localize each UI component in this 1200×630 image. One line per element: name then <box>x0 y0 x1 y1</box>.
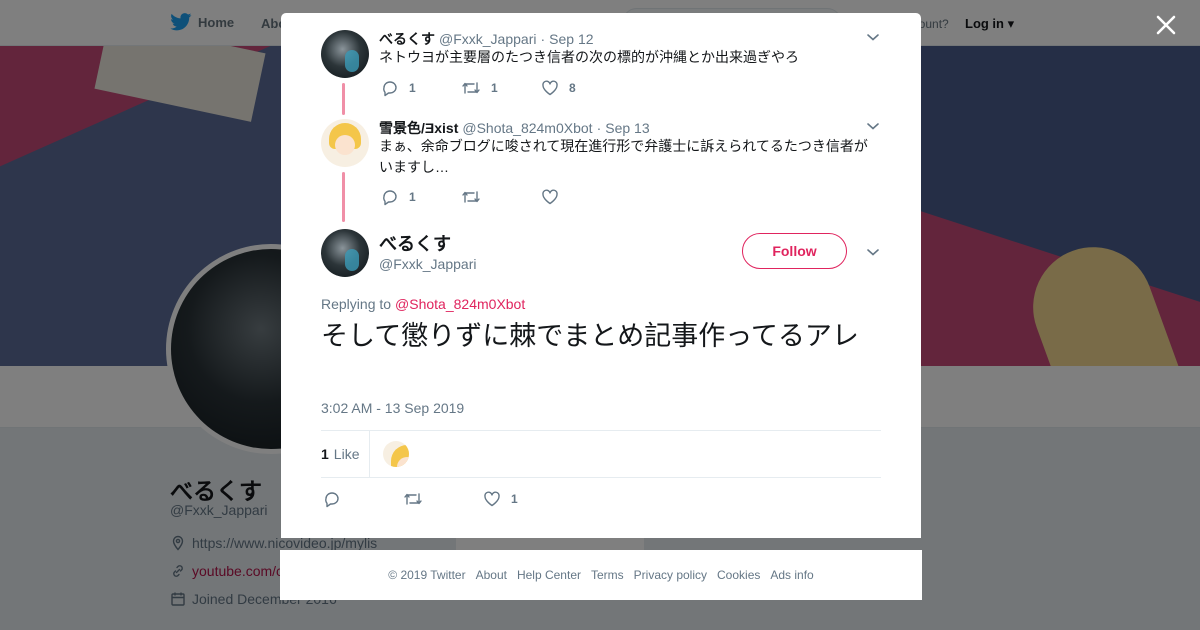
tweet-actions: 1 <box>381 188 621 206</box>
tweet-text: まぁ、余命ブログに唆されて現在進行形で弁護士に訴えられてるたつき信者がいますし… <box>379 138 868 175</box>
tweet-actions: 1 1 8 <box>381 79 621 97</box>
like-button[interactable]: 8 <box>541 79 621 97</box>
like-button[interactable]: 1 <box>483 490 563 508</box>
close-button[interactable] <box>1152 11 1180 39</box>
replying-prefix: Replying to <box>321 296 392 312</box>
tweet-date[interactable]: Sep 13 <box>605 120 649 136</box>
tweet-menu-button[interactable] <box>865 29 881 45</box>
footer-link-cookies[interactable]: Cookies <box>717 568 760 582</box>
tweet-date[interactable]: Sep 12 <box>549 31 593 47</box>
like-count: 1 <box>511 492 518 506</box>
tweet-text: ネトウヨが主要層のたつき信者の次の標的が沖縄とか出来過ぎやろ <box>379 49 799 65</box>
main-tweet-actions: 1 <box>323 490 563 508</box>
retweet-button[interactable]: 1 <box>461 79 541 97</box>
avatar[interactable] <box>321 30 369 78</box>
chevron-down-icon <box>867 249 879 256</box>
likes-stat[interactable]: 1 Like <box>321 446 359 462</box>
heart-icon <box>542 189 558 205</box>
footer-copyright: © 2019 Twitter <box>388 568 466 582</box>
reply-count: 1 <box>409 190 416 204</box>
liker-avatar[interactable] <box>383 441 409 467</box>
retweet-icon <box>404 493 422 505</box>
modal-footer: © 2019 Twitter About Help Center Terms P… <box>280 550 922 600</box>
close-icon <box>1156 15 1176 35</box>
reply-count: 1 <box>409 81 416 95</box>
avatar[interactable] <box>321 119 369 167</box>
tweet-header: 雪景色/Ǝxist @Shota_824m0Xbot · Sep 13 <box>379 118 650 138</box>
tweet-menu-button[interactable] <box>865 118 881 134</box>
main-tweet-author-name[interactable]: べるくす <box>379 230 451 256</box>
tweet-menu-button[interactable] <box>865 244 881 260</box>
retweet-icon <box>462 191 480 203</box>
main-tweet-author-handle[interactable]: @Fxxk_Jappari <box>379 256 476 272</box>
reply-icon <box>325 492 339 508</box>
thread-connector <box>342 83 345 115</box>
like-button[interactable] <box>541 188 621 206</box>
footer-link-privacy[interactable]: Privacy policy <box>634 568 707 582</box>
tweet-header: べるくす @Fxxk_Jappari · Sep 12 <box>379 29 594 49</box>
follow-button[interactable]: Follow <box>742 233 847 269</box>
footer-link-ads-info[interactable]: Ads info <box>770 568 813 582</box>
reply-button[interactable]: 1 <box>381 188 461 206</box>
footer-link-terms[interactable]: Terms <box>591 568 624 582</box>
tweet-author-handle[interactable]: @Shota_824m0Xbot <box>462 120 592 136</box>
tweet-stats: 1 Like <box>321 430 881 478</box>
chevron-down-icon <box>867 123 879 130</box>
like-count: 8 <box>569 81 576 95</box>
tweet-permalink-modal: べるくす @Fxxk_Jappari · Sep 12 ネトウヨが主要層のたつき… <box>281 13 921 538</box>
likes-stat-count: 1 <box>321 446 329 462</box>
retweet-icon <box>462 82 480 94</box>
avatar[interactable] <box>321 229 369 277</box>
replying-to: Replying to @Shota_824m0Xbot <box>321 296 525 312</box>
chevron-down-icon <box>867 34 879 41</box>
footer-link-about[interactable]: About <box>476 568 507 582</box>
retweet-button[interactable] <box>403 490 483 508</box>
tweet-author-name[interactable]: 雪景色/Ǝxist <box>379 118 458 138</box>
retweet-button[interactable] <box>461 188 541 206</box>
reply-button[interactable] <box>323 490 403 508</box>
reply-icon <box>383 81 397 97</box>
reply-icon <box>383 190 397 206</box>
tweet-author-handle[interactable]: @Fxxk_Jappari <box>439 31 536 47</box>
thread-connector <box>342 172 345 222</box>
reply-button[interactable]: 1 <box>381 79 461 97</box>
heart-icon <box>542 80 558 96</box>
heart-icon <box>484 491 500 507</box>
tweet-author-name[interactable]: べるくす <box>379 29 435 49</box>
replying-to-link[interactable]: @Shota_824m0Xbot <box>395 296 525 312</box>
retweet-count: 1 <box>491 81 498 95</box>
main-tweet-text: そして懲りずに棘でまとめ記事作ってるアレ <box>321 321 859 351</box>
main-tweet-timestamp[interactable]: 3:02 AM - 13 Sep 2019 <box>321 400 464 416</box>
likes-stat-label: Like <box>333 446 360 462</box>
footer-link-help-center[interactable]: Help Center <box>517 568 581 582</box>
